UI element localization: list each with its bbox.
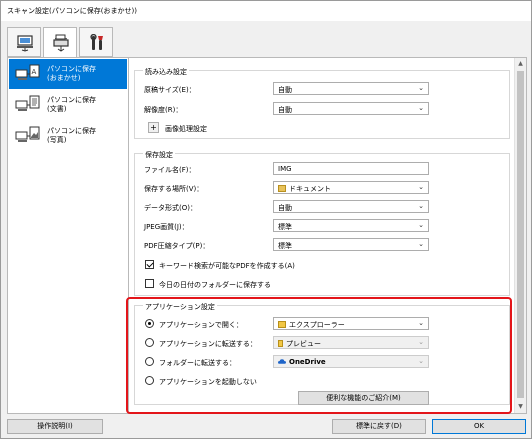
scan-settings-window: スキャン設定(パソコンに保存(おまかせ)) A パソコンに保存 (おまかせ) パ…: [0, 0, 532, 439]
tab-general-settings[interactable]: [79, 27, 113, 57]
pdf-compression-select[interactable]: 標準 ⌄: [273, 238, 429, 251]
save-in-label: 保存する場所(V)：: [144, 185, 204, 193]
chevron-down-icon: ⌄: [418, 84, 424, 92]
file-name-label: ファイル名(F)：: [144, 166, 196, 174]
plus-icon: +: [150, 123, 157, 132]
auto-save-icon: A: [15, 64, 40, 80]
save-in-value: ドキュメント: [289, 185, 331, 193]
expand-button[interactable]: +: [148, 122, 159, 133]
list-item-label-line1: パソコンに保存: [47, 65, 96, 73]
data-format-select[interactable]: 自動 ⌄: [273, 200, 429, 213]
jpeg-quality-label: JPEG画質(J)：: [144, 223, 189, 231]
instructions-button[interactable]: 操作説明(I): [7, 419, 103, 434]
group-title: 保存設定: [143, 150, 175, 160]
jpeg-quality-select[interactable]: 標準 ⌄: [273, 219, 429, 232]
scan-settings-group: 読み込み設定 原稿サイズ(E)： 自動 ⌄ 解像度(R)： 自動 ⌄ + 画像処…: [134, 67, 510, 139]
file-name-input[interactable]: IMG: [273, 162, 429, 175]
date-folder-label: 今日の日付のフォルダーに保存する: [159, 281, 271, 289]
date-folder-checkbox[interactable]: [145, 279, 154, 288]
scan-mode-list: A パソコンに保存 (おまかせ) パソコンに保存 (文書) パソコンに保存 (写…: [7, 57, 129, 414]
documents-folder-icon: [278, 185, 286, 192]
scroll-up-icon[interactable]: ▲: [515, 58, 526, 70]
resolution-label: 解像度(R)：: [144, 106, 183, 114]
image-processing-label: 画像処理設定: [165, 125, 207, 133]
ok-button[interactable]: OK: [432, 419, 526, 434]
list-item-label-line2: (写真): [47, 136, 67, 144]
scrollbar-thumb[interactable]: [517, 71, 524, 398]
scan-from-computer-icon: [17, 35, 33, 52]
restore-defaults-button[interactable]: 標準に戻す(D): [332, 419, 426, 434]
photo-save-icon: [15, 126, 40, 142]
chevron-down-icon: ⌄: [418, 104, 424, 112]
window-title: スキャン設定(パソコンに保存(おまかせ)): [1, 1, 531, 21]
file-name-value: IMG: [278, 165, 292, 173]
scroll-down-icon[interactable]: ▼: [515, 401, 526, 413]
list-item-auto-save[interactable]: A パソコンに保存 (おまかせ): [9, 59, 127, 89]
keyword-pdf-checkbox[interactable]: [145, 260, 154, 269]
paper-size-label: 原稿サイズ(E)：: [144, 86, 196, 94]
save-in-select[interactable]: ドキュメント ⌄: [273, 181, 429, 194]
resolution-select[interactable]: 自動 ⌄: [273, 102, 429, 115]
pdf-compression-value: 標準: [278, 242, 292, 250]
tab-scan-from-panel[interactable]: [43, 27, 77, 58]
chevron-down-icon: ⌄: [418, 240, 424, 248]
tab-scan-from-computer[interactable]: [7, 27, 41, 57]
chevron-down-icon: ⌄: [418, 202, 424, 210]
list-item-label-line1: パソコンに保存: [47, 127, 96, 135]
svg-text:A: A: [32, 68, 37, 76]
group-title: 読み込み設定: [143, 67, 189, 77]
list-item-photo-save[interactable]: パソコンに保存 (写真): [9, 121, 127, 151]
data-format-label: データ形式(O)：: [144, 204, 197, 212]
highlight-frame: [126, 297, 512, 414]
paper-size-value: 自動: [278, 86, 292, 94]
general-settings-icon: [90, 34, 103, 50]
list-item-label-line1: パソコンに保存: [47, 96, 96, 104]
data-format-value: 自動: [278, 204, 292, 212]
scan-from-panel-icon: [53, 34, 69, 52]
list-item-label-line2: (おまかせ): [47, 74, 81, 82]
list-item-label-line2: (文書): [47, 105, 67, 113]
vertical-scrollbar[interactable]: ▲ ▼: [514, 58, 526, 413]
jpeg-quality-value: 標準: [278, 223, 292, 231]
pdf-compression-label: PDF圧縮タイプ(P)：: [144, 242, 210, 250]
list-item-document-save[interactable]: パソコンに保存 (文書): [9, 90, 127, 120]
document-save-icon: [15, 95, 40, 111]
paper-size-select[interactable]: 自動 ⌄: [273, 82, 429, 95]
keyword-pdf-label: キーワード検索が可能なPDFを作成する(A): [159, 262, 295, 270]
chevron-down-icon: ⌄: [418, 221, 424, 229]
resolution-value: 自動: [278, 106, 292, 114]
chevron-down-icon: ⌄: [418, 183, 424, 191]
save-settings-group: 保存設定 ファイル名(F)： IMG 保存する場所(V)： ドキュメント ⌄ デ…: [134, 150, 510, 296]
